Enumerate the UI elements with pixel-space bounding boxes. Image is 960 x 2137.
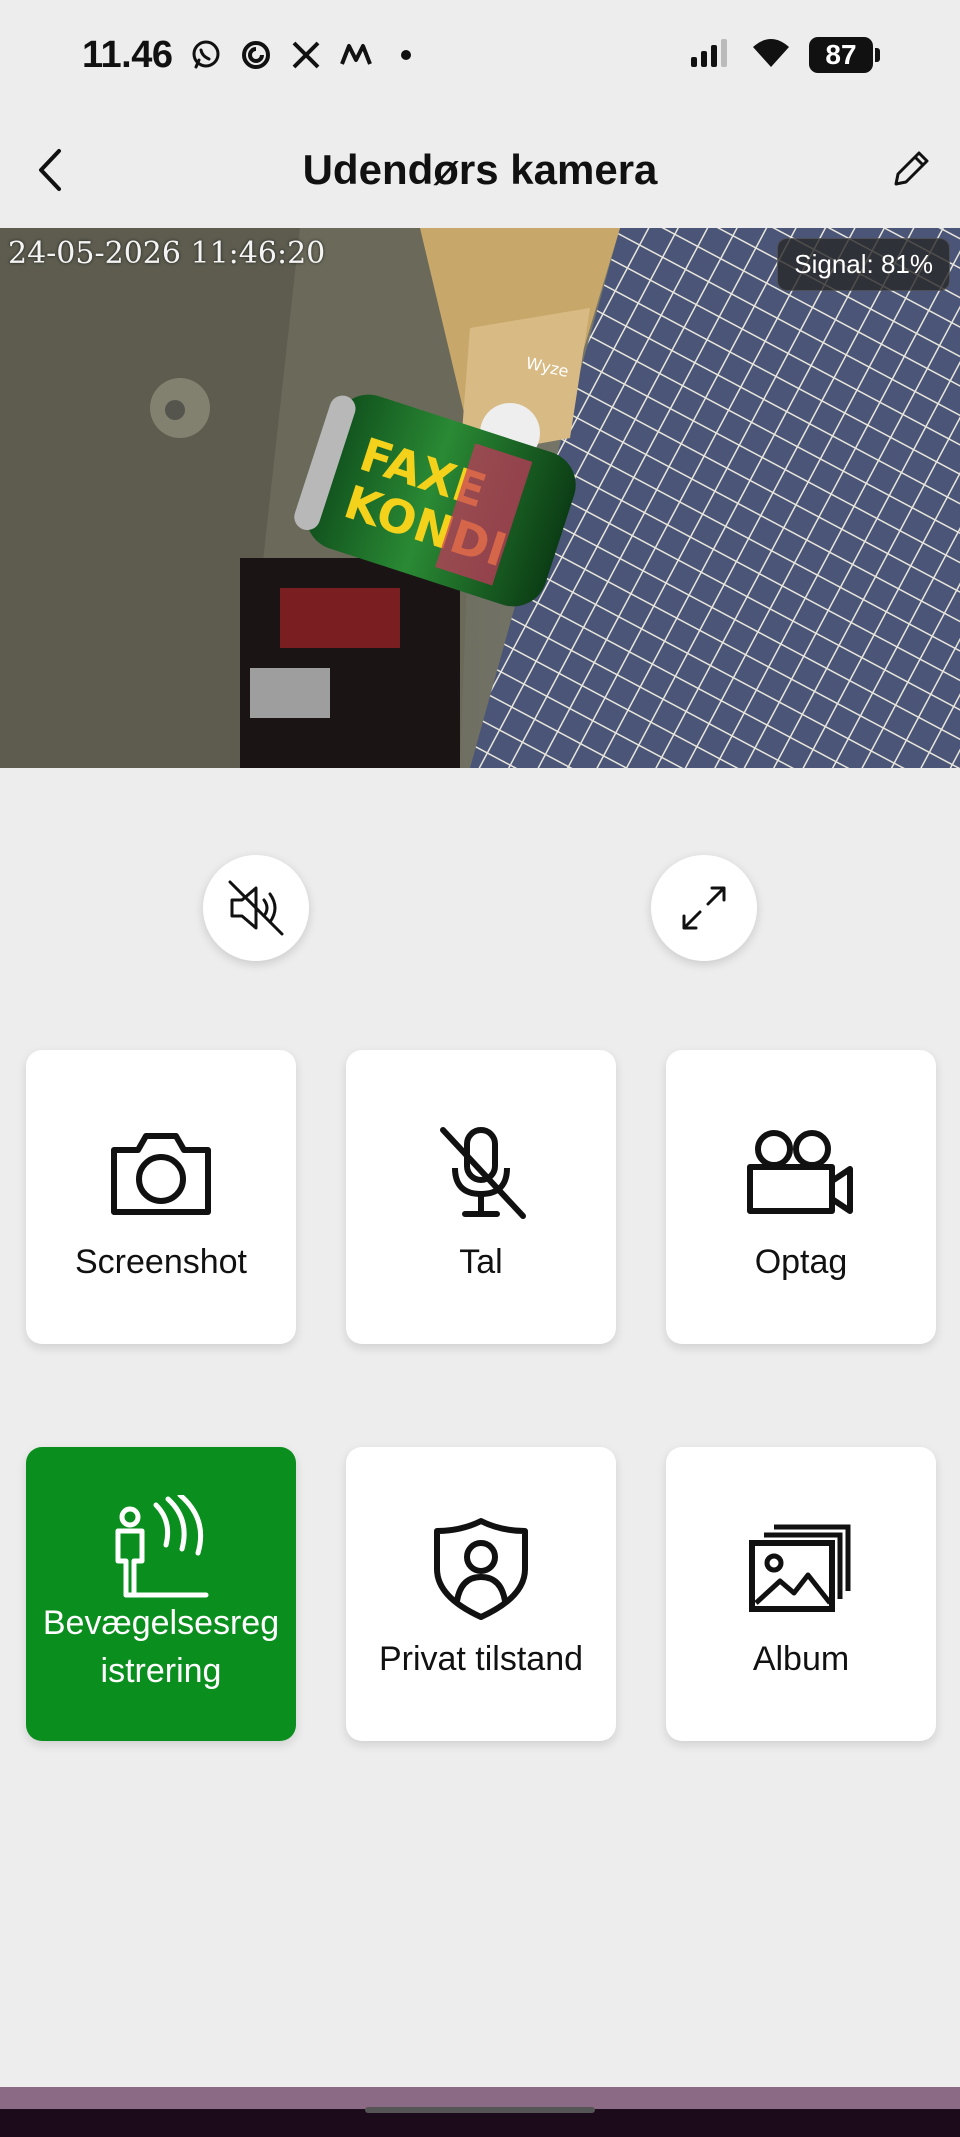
status-left: 11.46 bbox=[82, 34, 423, 77]
status-time: 11.46 bbox=[82, 33, 173, 76]
camera-icon bbox=[106, 1122, 216, 1222]
header: Udendørs kamera bbox=[0, 120, 960, 220]
x-icon bbox=[289, 38, 323, 72]
video-camera-icon bbox=[746, 1122, 856, 1222]
tile-label-talk: Tal bbox=[459, 1243, 503, 1281]
back-button[interactable] bbox=[22, 142, 78, 198]
motion-detection-tile[interactable]: Bevægelsesreg istrering bbox=[26, 1447, 296, 1741]
nav-bar-strip bbox=[0, 2087, 960, 2109]
mute-button[interactable] bbox=[203, 855, 309, 961]
cellular-signal-icon bbox=[689, 37, 733, 74]
home-indicator[interactable] bbox=[365, 2107, 595, 2113]
camera-timestamp: 24-05-2026 11:46:20 bbox=[8, 236, 326, 271]
talk-tile[interactable]: Tal bbox=[346, 1050, 616, 1344]
motion-detection-icon bbox=[106, 1495, 216, 1598]
speaker-muted-icon bbox=[228, 880, 284, 936]
tile-label-album: Album bbox=[752, 1640, 850, 1678]
tile-label-motion-line1: Bevægelsesreg bbox=[42, 1604, 280, 1642]
edit-button[interactable] bbox=[882, 142, 938, 198]
status-right: 87 bbox=[689, 37, 880, 74]
tile-label-motion-line2: istrering bbox=[100, 1652, 222, 1690]
pencil-icon bbox=[894, 151, 929, 186]
whatsapp-icon bbox=[189, 38, 223, 72]
tile-label-screenshot: Screenshot bbox=[75, 1243, 247, 1281]
battery-level: 87 bbox=[809, 37, 873, 73]
chevron-left-icon bbox=[39, 149, 61, 191]
system-nav-bar bbox=[0, 2087, 960, 2137]
album-icon bbox=[746, 1519, 856, 1619]
expand-icon bbox=[682, 886, 726, 930]
camera-image: FAXE KONDI Wyze bbox=[0, 228, 960, 768]
microphone-muted-icon bbox=[431, 1122, 531, 1222]
tile-label-privacy: Privat tilstand bbox=[378, 1640, 584, 1678]
dot-icon bbox=[389, 38, 423, 72]
camera-feed[interactable]: FAXE KONDI Wyze 24-05-2026 11:46:20 Sign… bbox=[0, 228, 960, 768]
tile-label-motion: Bevægelsesreg istrering bbox=[43, 1599, 279, 1695]
page-title: Udendørs kamera bbox=[302, 146, 658, 193]
privacy-shield-icon bbox=[431, 1518, 531, 1620]
threads-icon bbox=[339, 38, 373, 72]
album-tile[interactable]: Album bbox=[666, 1447, 936, 1741]
battery-indicator: 87 bbox=[809, 37, 880, 73]
tile-label-record: Optag bbox=[754, 1243, 848, 1281]
wifi-icon bbox=[751, 37, 791, 74]
screenshot-tile[interactable]: Screenshot bbox=[26, 1050, 296, 1344]
status-bar: 11.46 87 bbox=[0, 0, 960, 110]
record-tile[interactable]: Optag bbox=[666, 1050, 936, 1344]
signal-badge: Signal: 81% bbox=[777, 238, 950, 291]
fullscreen-button[interactable] bbox=[651, 855, 757, 961]
privacy-mode-tile[interactable]: Privat tilstand bbox=[346, 1447, 616, 1741]
battery-tip bbox=[875, 48, 880, 62]
sync-icon bbox=[239, 38, 273, 72]
